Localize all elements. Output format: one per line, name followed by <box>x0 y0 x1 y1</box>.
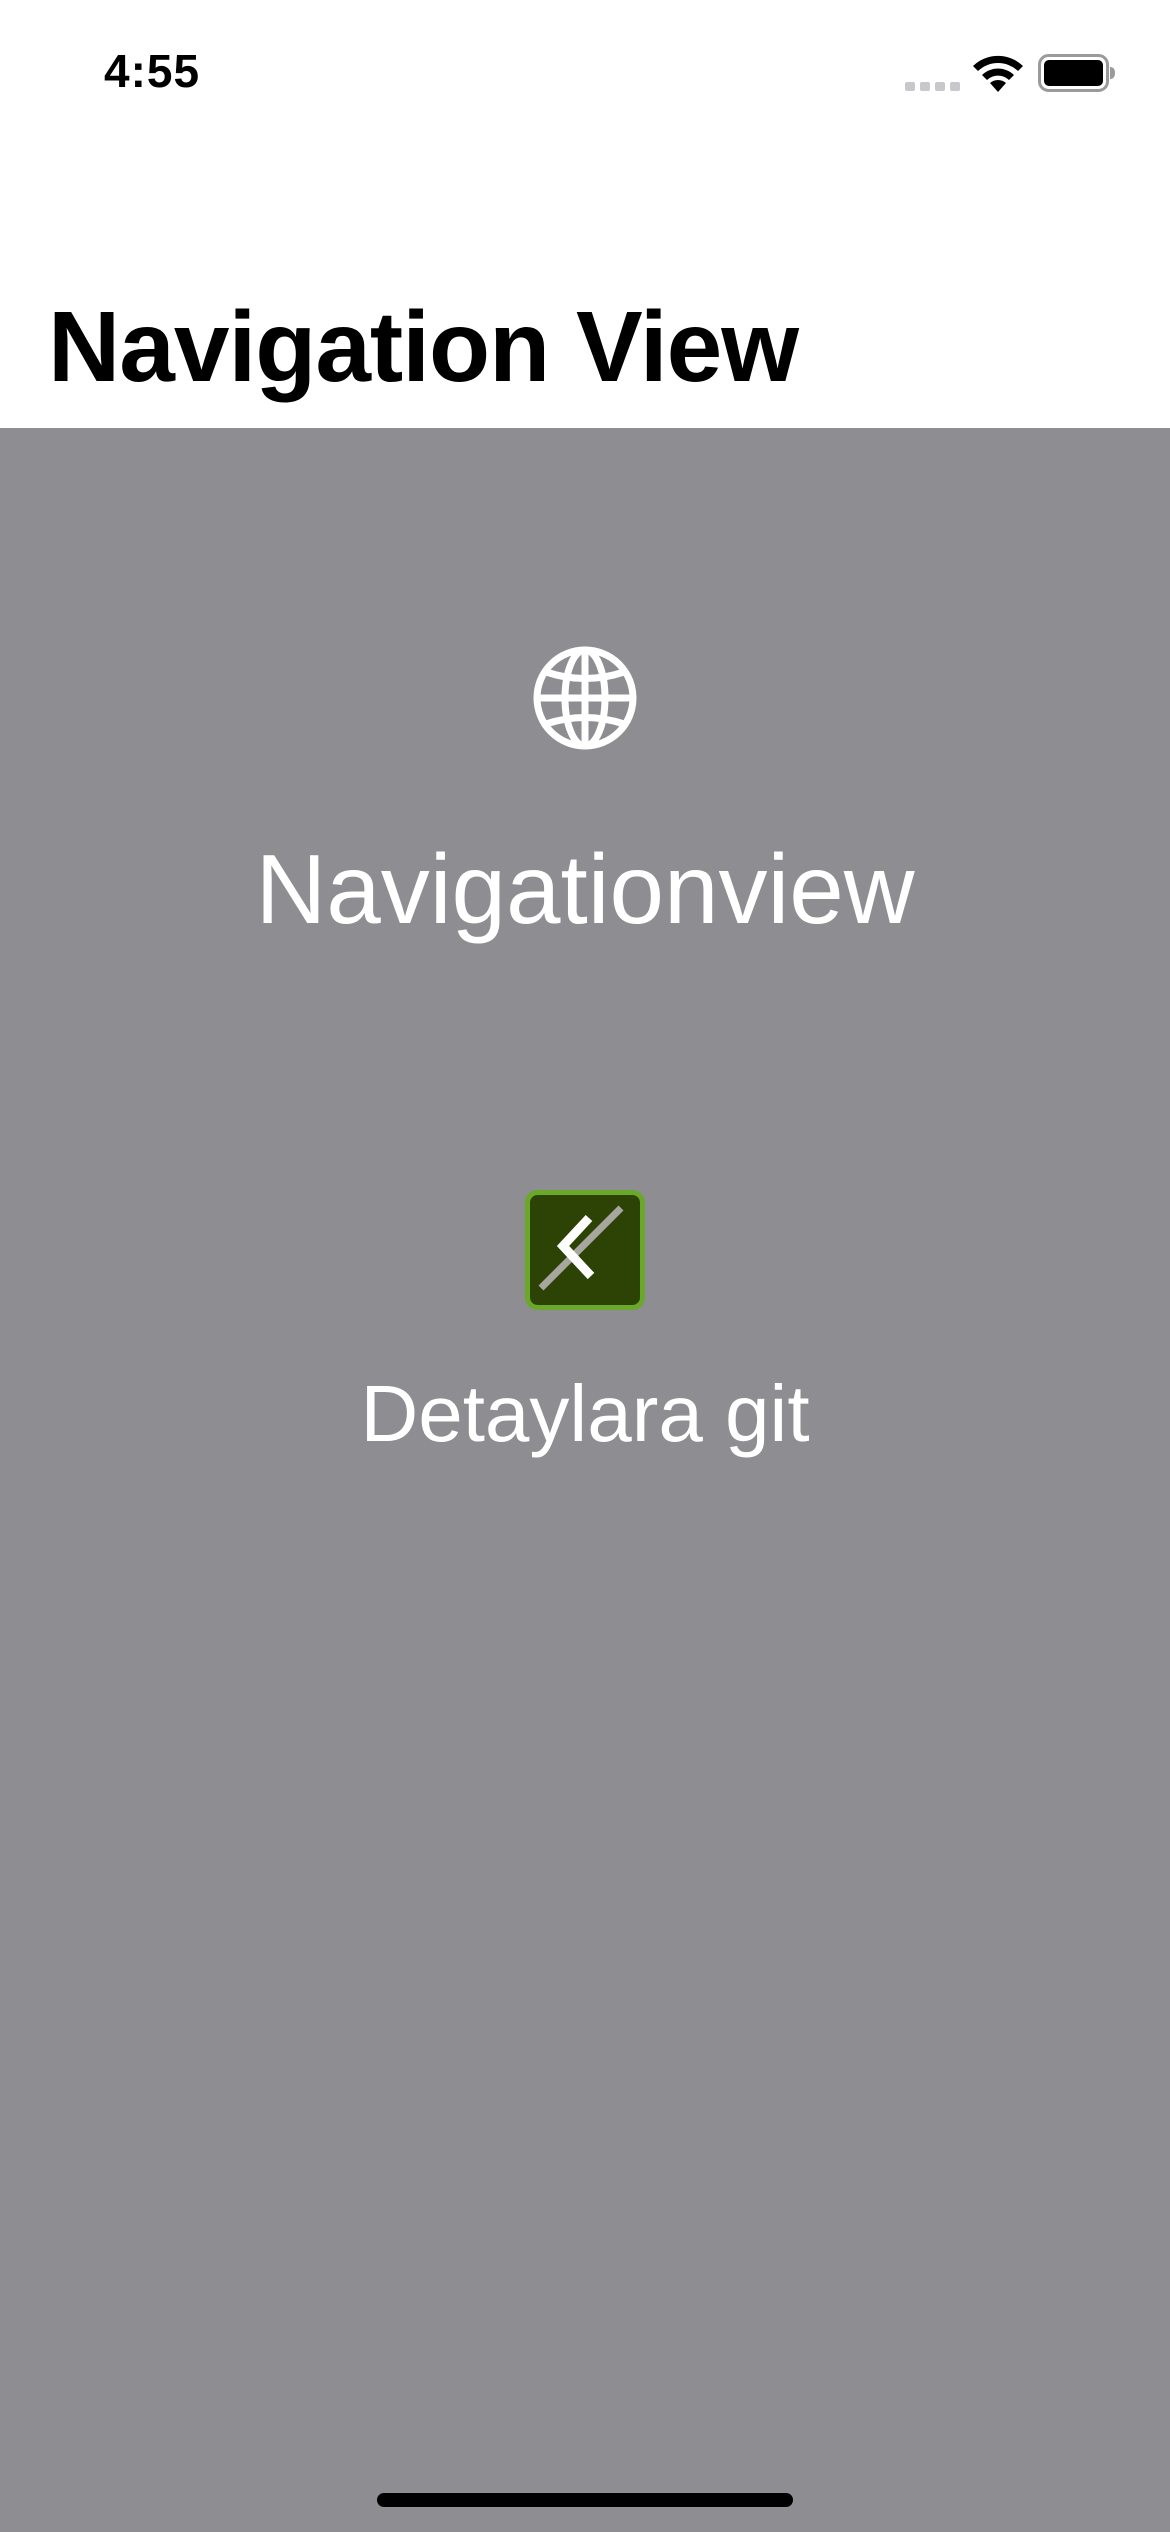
screen: 4:55 Navigation View Navigationview Deta… <box>0 0 1170 2532</box>
navigation-bar: Navigation View <box>0 150 1170 428</box>
cellular-signal-icon <box>905 82 960 91</box>
home-indicator[interactable] <box>377 2493 793 2507</box>
battery-icon <box>1038 54 1115 92</box>
headline-text: Navigationview <box>255 834 915 944</box>
page-title: Navigation View <box>48 291 799 403</box>
status-time: 4:55 <box>104 45 201 97</box>
globe-icon <box>533 646 637 750</box>
wifi-icon <box>973 55 1023 92</box>
details-link-label: Detaylara git <box>360 1369 810 1458</box>
content-area: Navigationview Detaylara git <box>0 428 1170 2532</box>
broken-image-icon <box>525 1190 645 1310</box>
details-navigation-link[interactable]: Detaylara git <box>235 1190 935 1950</box>
status-bar: 4:55 <box>0 0 1170 150</box>
